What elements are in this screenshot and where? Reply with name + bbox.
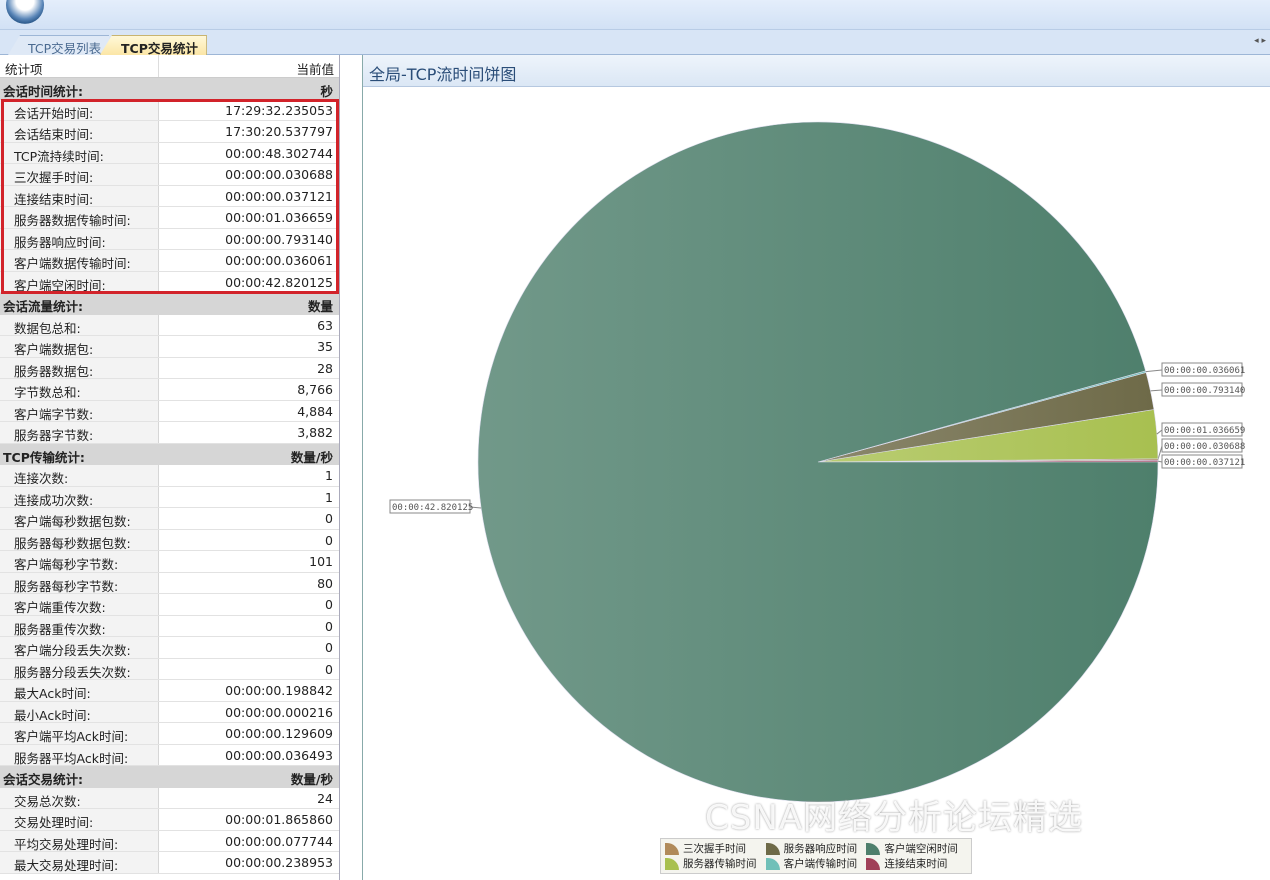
pie-chart: 00:00:00.037121 00:00:00.030688 00:00:01.0… [389, 121, 1245, 803]
legend-item[interactable]: 服务器响应时间 [765, 841, 867, 856]
leader-line [1157, 460, 1163, 463]
legend-swatch-icon [765, 857, 780, 870]
data-label: 00:00:42.820125 [392, 503, 473, 513]
leader-line [1157, 445, 1163, 460]
data-label: 00:00:00.037121 [1164, 458, 1245, 468]
data-label: 00:00:00.030688 [1164, 442, 1245, 452]
chart-legend: 三次握手时间 服务器响应时间 客户端空闲时间服务器传输时间 客户端传输时间 连接结束时间 [660, 838, 972, 874]
legend-label: 客户端空闲时间 [884, 843, 958, 855]
data-label: 00:00:00.793140 [1164, 386, 1245, 396]
legend-swatch-icon [866, 857, 881, 870]
legend-swatch-icon [765, 842, 780, 855]
legend-item[interactable]: 连接结束时间 [866, 856, 967, 871]
legend-swatch-icon [665, 857, 679, 870]
legend-item[interactable]: 客户端传输时间 [765, 856, 867, 871]
leader-line [1145, 369, 1163, 373]
legend-item[interactable]: 三次握手时间 [665, 841, 766, 856]
leader-line [1150, 389, 1163, 392]
legend-label: 服务器响应时间 [783, 843, 858, 855]
legend-swatch-icon [665, 842, 679, 855]
legend-swatch-icon [866, 842, 881, 855]
watermark: CSNA网络分析论坛精选 [705, 798, 1084, 838]
pie-slice-5[interactable] [477, 121, 1159, 803]
legend-label: 客户端传输时间 [783, 858, 858, 870]
legend-item[interactable]: 服务器传输时间 [665, 856, 766, 871]
legend-label: 连接结束时间 [884, 858, 948, 870]
leader-line [1156, 429, 1163, 435]
legend-label: 三次握手时间 [683, 843, 746, 855]
data-label: 00:00:00.036061 [1164, 366, 1245, 376]
legend-item[interactable]: 客户端空闲时间 [866, 841, 967, 856]
data-label: 00:00:01.036659 [1164, 426, 1245, 436]
legend-label: 服务器传输时间 [683, 858, 757, 870]
